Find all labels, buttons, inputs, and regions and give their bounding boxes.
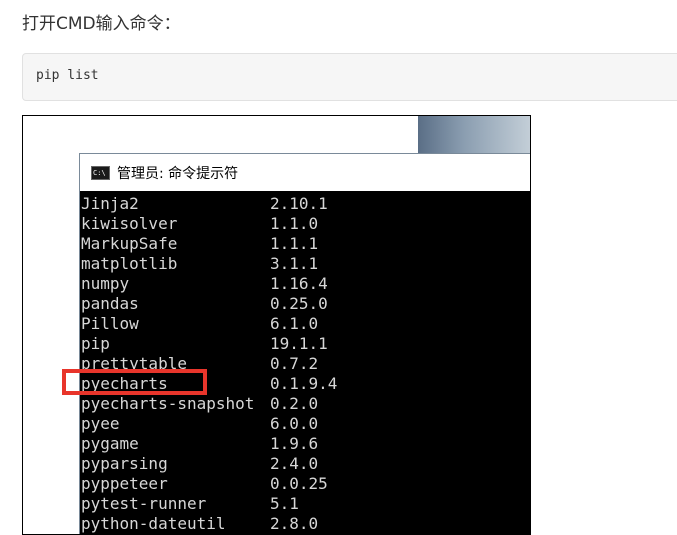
console-row: Jinja2 2.10.1 [80,194,530,214]
pyecharts-highlight-box [62,369,207,395]
console-row: pygame 1.9.6 [80,434,530,454]
background-window-blur [418,116,530,156]
package-name: pygame [81,434,139,453]
console-row: pytest-runner 5.1 [80,494,530,514]
package-version: 0.25.0 [270,294,328,313]
package-name: python-dateutil [81,514,226,533]
package-name: pyppeteer [81,474,168,493]
console-row: pyee 6.0.0 [80,414,530,434]
package-name: MarkupSafe [81,234,178,253]
console-row: pyecharts-snapshot 0.2.0 [80,394,530,414]
package-name: Jinja2 [81,194,139,213]
cmd-window: C:\ 管理员: 命令提示符 Jinja2 2.10.1 kiwisolver 1.1… [79,153,530,534]
package-name: Pillow [81,314,139,333]
package-version: 0.7.2 [270,354,319,373]
console-row: pandas 0.25.0 [80,294,530,314]
package-name: pyecharts-snapshot [81,394,255,413]
package-version: 6.1.0 [270,314,319,333]
console-row: kiwisolver 1.1.0 [80,214,530,234]
console-row: pip 19.1.1 [80,334,530,354]
package-name: pytest-runner [81,494,207,513]
package-version: 2.10.1 [270,194,328,213]
package-version: 2.4.0 [270,454,319,473]
package-name: matplotlib [81,254,178,273]
console-output: Jinja2 2.10.1 kiwisolver 1.1.0 MarkupSafe 1.1… [80,191,530,534]
cmd-icon: C:\ [91,166,110,180]
package-version: 0.0.25 [270,474,328,493]
article-heading: 打开CMD输入命令： [22,14,181,34]
package-name: pyparsing [81,454,168,473]
embedded-screenshot: C:\ 管理员: 命令提示符 Jinja2 2.10.1 kiwisolver 1.1… [22,115,531,535]
package-version: 0.1.9.4 [270,374,338,393]
package-version: 6.0.0 [270,414,319,433]
console-row: Pillow 6.1.0 [80,314,530,334]
package-name: kiwisolver [81,214,178,233]
package-version: 1.1.0 [270,214,319,233]
console-row: matplotlib 3.1.1 [80,254,530,274]
cmd-titlebar: C:\ 管理员: 命令提示符 [80,154,530,192]
code-text: pip list [36,68,99,83]
package-version: 3.1.1 [270,254,319,273]
package-name: numpy [81,274,130,293]
package-version: 5.1 [270,494,299,513]
console-row: pyparsing 2.4.0 [80,454,530,474]
package-version: 2.8.0 [270,514,319,533]
package-name: pandas [81,294,139,313]
package-version: 19.1.1 [270,334,328,353]
code-block: pip list [22,53,677,101]
package-name: pip [81,334,110,353]
console-row: python-dateutil 2.8.0 [80,514,530,534]
package-name: pyee [81,414,120,433]
console-row: pyppeteer 0.0.25 [80,474,530,494]
package-version: 1.9.6 [270,434,319,453]
cmd-title: 管理员: 命令提示符 [117,166,239,182]
package-version: 1.1.1 [270,234,319,253]
package-version: 0.2.0 [270,394,319,413]
console-row: numpy 1.16.4 [80,274,530,294]
package-version: 1.16.4 [270,274,328,293]
console-row: MarkupSafe 1.1.1 [80,234,530,254]
